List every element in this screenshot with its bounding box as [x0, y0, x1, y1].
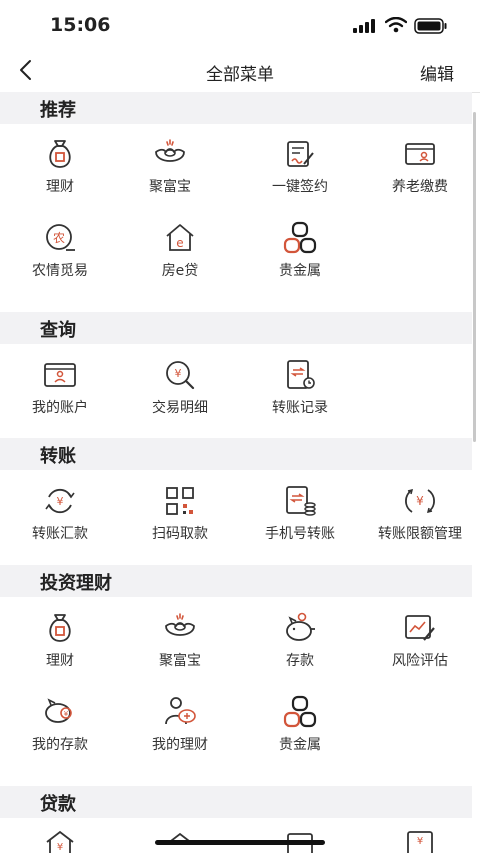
menu-item-label: 转账记录 — [272, 400, 328, 416]
menu-item-label: 养老缴费 — [392, 179, 448, 195]
menu-item-label: 贵金属 — [279, 737, 321, 753]
gold-ingot-icon — [155, 139, 185, 162]
navigation-bar: 全部菜单 编辑 — [0, 50, 480, 93]
money-bag-icon — [49, 140, 71, 168]
menu-item-scan-withdraw[interactable]: 扫码取款 — [120, 483, 240, 567]
risk-assessment-icon — [405, 615, 435, 641]
section-header-recommend: 推荐 — [0, 92, 472, 124]
menu-item-my-deposit[interactable]: ¥ 我的存款 — [0, 694, 120, 778]
menu-item-label: 转账汇款 — [32, 526, 88, 542]
svg-text:农: 农 — [53, 231, 65, 245]
menu-item-label: 扫码取款 — [152, 526, 208, 542]
menu-item-label: 存款 — [286, 653, 314, 669]
phone-transfer-icon — [286, 486, 316, 516]
section-title: 投资理财 — [40, 573, 112, 594]
menu-item-transfer-limit[interactable]: ¥ 转账限额管理 — [360, 483, 480, 567]
svg-text:¥: ¥ — [57, 495, 64, 508]
wifi-icon — [385, 17, 407, 33]
edit-button[interactable]: 编辑 — [420, 60, 454, 85]
svg-text:¥: ¥ — [175, 367, 182, 380]
status-bar: 15:06 — [0, 0, 480, 50]
transaction-search-icon: ¥ — [166, 361, 195, 390]
menu-item-jufubao[interactable]: 聚富宝 — [120, 610, 240, 694]
section-header-query: 查询 — [0, 312, 472, 344]
section-title: 转账 — [40, 446, 76, 467]
precious-metal-icon — [283, 695, 317, 728]
battery-icon — [414, 18, 447, 34]
menu-item-label: 我的存款 — [32, 737, 88, 753]
menu-item-label: 一键签约 — [272, 179, 328, 195]
gold-ingot-icon — [165, 613, 195, 636]
menu-item-label: 我的账户 — [32, 400, 88, 416]
menu-item-label: 风险评估 — [392, 653, 448, 669]
house-loan-icon: e — [166, 224, 194, 251]
page-title: 全部菜单 — [206, 65, 274, 85]
menu-item-label: 理财 — [46, 653, 74, 669]
menu-item-phone-transfer[interactable]: 手机号转账 — [240, 483, 360, 567]
section-header-transfer: 转账 — [0, 438, 472, 470]
menu-item-label: 聚富宝 — [149, 179, 191, 195]
menu-item-finance[interactable]: 理财 — [0, 136, 120, 220]
menu-item-label: 我的理财 — [152, 737, 208, 753]
my-finance-icon — [165, 697, 196, 725]
menu-item-precious-metal[interactable]: 贵金属 — [240, 694, 360, 778]
sign-document-icon — [287, 141, 314, 167]
menu-item-transaction-detail[interactable]: ¥ 交易明细 — [120, 357, 240, 441]
menu-item-agri-market[interactable]: 农 农情觅易 — [0, 220, 120, 304]
menu-item-transfer-record[interactable]: 转账记录 — [240, 357, 360, 441]
svg-text:e: e — [176, 236, 183, 250]
menu-item-label: 房e贷 — [161, 263, 199, 279]
my-deposit-icon: ¥ — [45, 698, 72, 723]
section-title: 贷款 — [40, 794, 76, 815]
menu-item-house-loan[interactable]: e 房e贷 — [120, 220, 240, 304]
transfer-record-icon — [287, 360, 315, 389]
menu-item-deposit[interactable]: 存款 — [240, 610, 360, 694]
section-header-loan: 贷款 — [0, 786, 472, 818]
menu-item-risk-assessment[interactable]: 风险评估 — [360, 610, 480, 694]
menu-item-label: 理财 — [46, 179, 74, 195]
menu-item-my-account[interactable]: 我的账户 — [0, 357, 120, 441]
section-title: 查询 — [40, 320, 76, 341]
transfer-limit-icon: ¥ — [405, 488, 435, 514]
piggy-bank-icon — [286, 612, 315, 641]
svg-text:¥: ¥ — [417, 836, 423, 847]
menu-item-label: 聚富宝 — [159, 653, 201, 669]
menu-item-label: 农情觅易 — [32, 263, 88, 279]
home-indicator[interactable] — [155, 840, 325, 845]
menu-item-my-finance[interactable]: 我的理财 — [120, 694, 240, 778]
section-header-investment: 投资理财 — [0, 565, 472, 597]
scrollbar[interactable] — [473, 112, 476, 442]
agriculture-icon: 农 — [46, 224, 75, 251]
menu-item-label: 转账限额管理 — [378, 526, 462, 542]
menu-item-transfer-remit[interactable]: ¥ 转账汇款 — [0, 483, 120, 567]
svg-text:¥: ¥ — [64, 710, 69, 718]
menu-item-one-click-sign[interactable]: 一键签约 — [240, 136, 360, 220]
precious-metal-icon — [283, 221, 317, 254]
section-title: 推荐 — [40, 100, 76, 121]
menu-item-jufubao[interactable]: 聚富宝 — [110, 136, 230, 220]
transfer-cycle-icon: ¥ — [45, 488, 75, 514]
cellular-signal-icon — [353, 19, 375, 33]
menu-item-finance[interactable]: 理财 — [0, 610, 120, 694]
loan-document-icon[interactable]: ¥ — [402, 830, 438, 853]
svg-text:¥: ¥ — [57, 842, 63, 853]
menu-item-label: 贵金属 — [279, 263, 321, 279]
loan-house-icon[interactable]: ¥ — [42, 830, 78, 853]
menu-item-label: 交易明细 — [152, 400, 208, 416]
menu-item-label: 手机号转账 — [265, 526, 335, 542]
menu-item-precious-metal[interactable]: 贵金属 — [240, 220, 360, 304]
status-time: 15:06 — [50, 14, 111, 36]
pension-card-icon — [405, 143, 435, 165]
money-bag-icon — [49, 614, 71, 642]
menu-item-pension-payment[interactable]: 养老缴费 — [360, 136, 480, 220]
qr-code-icon — [166, 487, 194, 515]
account-card-icon — [44, 363, 76, 387]
svg-text:¥: ¥ — [416, 494, 424, 508]
